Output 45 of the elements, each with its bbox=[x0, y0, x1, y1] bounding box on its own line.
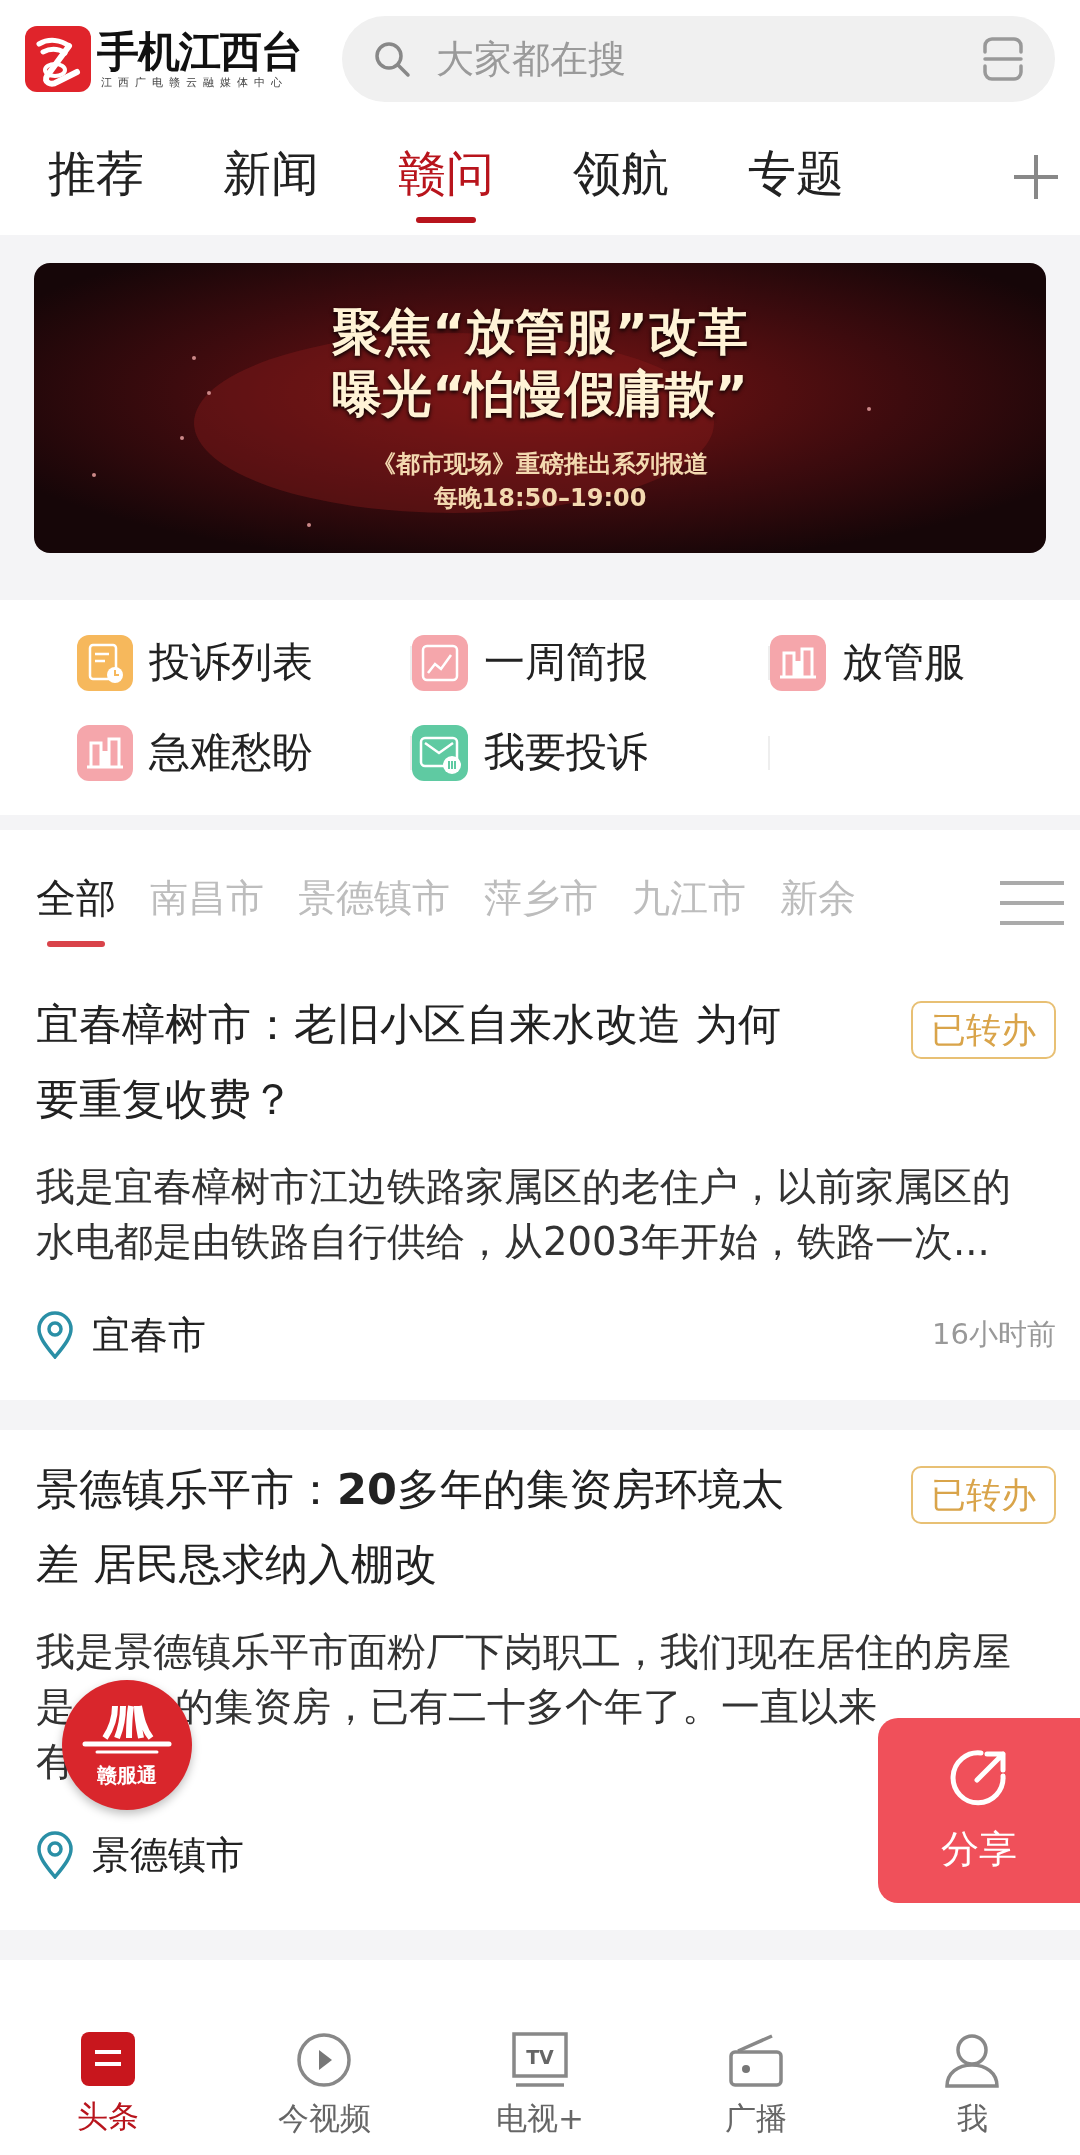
search-icon bbox=[372, 39, 412, 79]
nav-tab[interactable]: TV 电视+ bbox=[432, 1960, 648, 2155]
status-badge: 已转办 bbox=[911, 1001, 1056, 1059]
shortcut-link[interactable]: 放管服 bbox=[842, 635, 965, 690]
status-badge: 已转办 bbox=[911, 1466, 1056, 1524]
shortcut-link[interactable]: 我要投诉 bbox=[484, 725, 648, 780]
banner-caption: 《都市现场》重磅推出系列报道 bbox=[372, 449, 708, 480]
nav-tab[interactable]: 今视频 bbox=[216, 1960, 432, 2155]
banner-headline: 聚焦“放管服”改革 bbox=[332, 302, 748, 363]
article-summary: 我是宜春樟树市江边铁路家属区的老住户，以前家属区的 bbox=[36, 1163, 1011, 1211]
headline-icon bbox=[81, 2032, 135, 2086]
channel-tab[interactable]: 领航 bbox=[573, 126, 669, 227]
add-icon[interactable] bbox=[1012, 152, 1060, 201]
channel-tab[interactable]: 专题 bbox=[748, 126, 844, 227]
search-field[interactable]: 大家都在搜 bbox=[342, 16, 1055, 102]
nav-tab[interactable]: 我 bbox=[864, 1960, 1080, 2155]
article-summary: 我是景德镇乐平市面粉厂下岗职工，我们现在居住的房屋 bbox=[36, 1628, 1011, 1676]
channel-tab[interactable]: 新闻 bbox=[223, 126, 319, 227]
menu-icon[interactable] bbox=[1000, 880, 1064, 926]
location-pin-icon bbox=[36, 1311, 74, 1359]
app-subtitle: 江西广电赣云融媒体中心 bbox=[100, 76, 289, 90]
person-icon bbox=[944, 2032, 1000, 2088]
shortcut-link[interactable]: 一周简报 bbox=[484, 635, 648, 690]
banner-caption: 每晚18:50–19:00 bbox=[433, 483, 647, 514]
channel-tab[interactable]: 赣问 bbox=[398, 126, 494, 227]
nav-tab[interactable]: 广播 bbox=[648, 1960, 864, 2155]
article-title[interactable]: 宜春樟树市：老旧小区自来水改造 为何要重复收费？ bbox=[36, 987, 806, 1137]
app-title: 手机江西台 bbox=[97, 28, 302, 76]
location-label: 景德镇市 bbox=[92, 1831, 244, 1879]
radio-icon bbox=[728, 2032, 784, 2088]
shortcut-link[interactable]: 投诉列表 bbox=[149, 635, 313, 690]
banner-headline: 曝光“怕慢假庸散” bbox=[332, 364, 748, 425]
nav-tab[interactable]: 头条 bbox=[0, 1960, 216, 2155]
time-label: 16小时前 bbox=[932, 1316, 1056, 1353]
logo-icon bbox=[25, 26, 91, 92]
play-icon bbox=[296, 2032, 352, 2088]
scan-icon[interactable] bbox=[981, 36, 1025, 82]
channel-tab[interactable]: 推荐 bbox=[48, 126, 144, 227]
article-summary: 水电都是由铁路自行供给，从2003年开始，铁路一次... bbox=[36, 1218, 990, 1266]
article-title[interactable]: 景德镇乐平市：20多年的集资房环境太差 居民恳求纳入棚改 bbox=[36, 1452, 806, 1602]
shortcut-link[interactable]: 急难愁盼 bbox=[149, 725, 313, 780]
region-tab[interactable]: 全部 bbox=[36, 874, 116, 959]
location-pin-icon bbox=[36, 1831, 74, 1879]
location-label: 宜春市 bbox=[92, 1311, 206, 1359]
share-button[interactable]: 分享 bbox=[878, 1718, 1080, 1903]
